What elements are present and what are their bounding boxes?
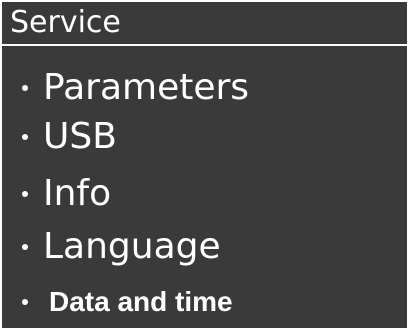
- title-bar: Service: [2, 2, 407, 46]
- bullet-icon: [22, 85, 28, 91]
- menu-item-label: Parameters: [43, 67, 250, 108]
- menu-item-usb[interactable]: USB: [2, 115, 407, 159]
- menu-item-data-and-time[interactable]: Data and time: [2, 284, 407, 320]
- bullet-icon: [22, 134, 28, 140]
- page-title: Service: [10, 5, 121, 40]
- bullet-icon: [22, 191, 28, 197]
- menu-item-info[interactable]: Info: [2, 172, 407, 216]
- bullet-icon: [22, 299, 28, 305]
- service-screen: Service Parameters USB Info Language Dat…: [0, 0, 409, 330]
- bullet-icon: [22, 244, 28, 250]
- menu-item-label: Language: [43, 226, 221, 267]
- menu-item-label: USB: [43, 116, 117, 157]
- menu-item-language[interactable]: Language: [2, 225, 407, 269]
- menu-item-label: Info: [43, 173, 112, 214]
- menu-item-label: Data and time: [49, 286, 233, 317]
- menu-item-parameters[interactable]: Parameters: [2, 66, 407, 110]
